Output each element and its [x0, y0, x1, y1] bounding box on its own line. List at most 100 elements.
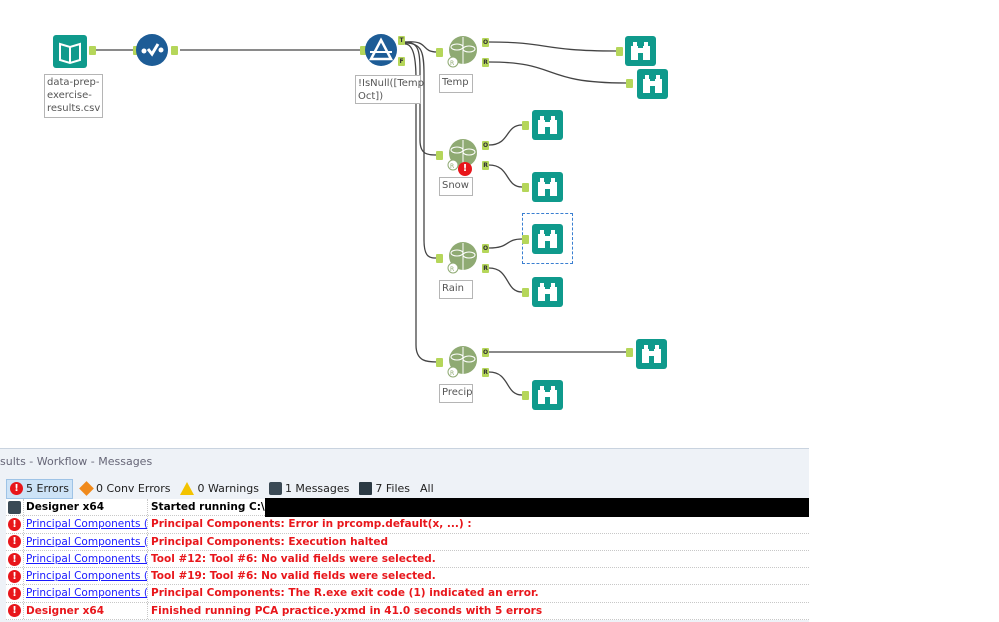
binoculars-icon — [538, 178, 557, 196]
r-anchor[interactable]: R — [482, 368, 489, 377]
errors-filter-button[interactable]: ! 5 Errors — [6, 478, 74, 499]
browse-tool[interactable] — [532, 224, 563, 254]
input-data-tool[interactable] — [53, 35, 87, 68]
input-anchor[interactable] — [522, 391, 529, 400]
files-filter-button[interactable]: 7 Files — [356, 480, 413, 498]
select-tool[interactable] — [136, 34, 168, 66]
messages-filter-button[interactable]: 1 Messages — [266, 480, 352, 498]
message-row[interactable]: ! Principal Components (15) Tool #12: To… — [6, 550, 809, 569]
message-source[interactable]: Principal Components (15) — [24, 533, 148, 550]
true-anchor[interactable]: T — [398, 36, 405, 45]
filter-tool[interactable] — [365, 34, 397, 66]
r-anchor[interactable]: R — [482, 161, 489, 170]
label: 1 Messages — [284, 482, 350, 495]
pca-tool[interactable]: R — [445, 34, 481, 70]
browse-tool[interactable] — [532, 172, 563, 202]
connection — [488, 267, 523, 293]
message-icon — [8, 500, 21, 514]
error-icon: ! — [8, 517, 21, 531]
binoculars-icon — [538, 116, 557, 134]
input-anchor[interactable] — [522, 288, 529, 297]
message-source[interactable]: Principal Components (15) — [24, 585, 148, 602]
panel-title: sults - Workflow - Messages — [0, 455, 153, 468]
o-anchor[interactable]: O — [482, 244, 489, 253]
message-text: Principal Components: Execution halted — [151, 535, 388, 548]
input-anchor[interactable] — [522, 121, 529, 130]
r-anchor[interactable]: R — [482, 264, 489, 273]
browse-tool[interactable] — [532, 277, 563, 307]
message-text: Tool #19: Tool #6: No valid fields were … — [151, 570, 436, 583]
binoculars-icon — [538, 230, 557, 248]
file-icon — [359, 482, 373, 495]
message-source[interactable]: Principal Components (15) — [24, 568, 148, 585]
binoculars-icon — [642, 345, 661, 363]
browse-tool[interactable] — [637, 69, 668, 99]
pca-brain-icon: R — [447, 36, 477, 68]
input-anchor[interactable] — [436, 254, 443, 263]
message-icon — [268, 482, 282, 495]
input-anchor[interactable] — [616, 47, 623, 56]
redaction-box — [265, 498, 809, 517]
pca-tool-label: Snow — [439, 177, 473, 196]
input-anchor[interactable] — [626, 79, 633, 88]
false-anchor[interactable]: F — [398, 57, 405, 66]
browse-tool[interactable] — [636, 339, 667, 369]
message-row[interactable]: ! Principal Components (15) Principal Co… — [6, 585, 809, 603]
svg-text:R: R — [450, 370, 454, 377]
warnings-filter-button[interactable]: 0 Warnings — [177, 480, 261, 498]
pca-tool-label: Rain — [439, 280, 473, 299]
output-anchor[interactable] — [89, 46, 96, 55]
input-anchor[interactable] — [436, 48, 443, 57]
warning-icon — [180, 482, 195, 495]
r-anchor[interactable]: R — [482, 58, 489, 67]
connections — [96, 41, 627, 396]
pca-tool[interactable]: R — [445, 344, 481, 380]
label: 5 Errors — [26, 482, 70, 495]
binoculars-icon — [631, 42, 650, 60]
message-row[interactable]: ! Principal Components (15) Tool #19: To… — [6, 568, 809, 586]
input-anchor[interactable] — [522, 183, 529, 192]
input-anchor[interactable] — [522, 235, 529, 244]
workflow-canvas[interactable]: data-prep- exercise- results.csv T F !Is… — [0, 0, 999, 445]
message-text: Tool #12: Tool #6: No valid fields were … — [151, 552, 436, 565]
check-icon — [141, 43, 164, 57]
connection — [488, 238, 523, 249]
input-tool-label: data-prep- exercise- results.csv — [44, 74, 103, 118]
o-anchor[interactable]: O — [482, 141, 489, 150]
error-icon: ! — [8, 552, 21, 566]
message-source: Designer x64 — [24, 499, 148, 516]
label: 7 Files — [375, 482, 411, 495]
pca-tool-label: Precip — [439, 384, 473, 403]
binoculars-icon — [538, 283, 557, 301]
o-anchor[interactable]: O — [482, 38, 489, 47]
pca-brain-icon: R — [447, 346, 477, 378]
error-icon: ! — [8, 569, 21, 583]
error-icon: ! — [8, 604, 21, 618]
connection — [488, 61, 627, 84]
svg-text:R: R — [450, 163, 454, 170]
conv-errors-filter-button[interactable]: 0 Conv Errors — [77, 480, 173, 498]
binoculars-icon — [538, 386, 557, 404]
output-anchor[interactable] — [171, 46, 178, 55]
message-source[interactable]: Principal Components (15) — [24, 550, 148, 568]
input-anchor[interactable] — [436, 151, 443, 160]
o-anchor[interactable]: O — [482, 348, 489, 357]
book-icon — [59, 42, 81, 65]
input-anchor[interactable] — [626, 348, 633, 357]
message-row[interactable]: ! Designer x64 Finished running PCA prac… — [6, 602, 809, 621]
message-row[interactable]: ! Principal Components (15) Principal Co… — [6, 516, 809, 534]
input-anchor[interactable] — [436, 358, 443, 367]
message-row[interactable]: ! Principal Components (15) Principal Co… — [6, 533, 809, 551]
pca-tool[interactable]: R — [445, 240, 481, 276]
message-text: Finished running PCA practice.yxmd in 41… — [151, 604, 543, 617]
message-source[interactable]: Principal Components (15) — [24, 516, 148, 533]
browse-tool[interactable] — [532, 110, 563, 140]
message-source: Designer x64 — [24, 602, 148, 620]
connection — [488, 124, 523, 146]
svg-text:R: R — [450, 266, 454, 273]
error-badge-icon: ! — [458, 162, 472, 176]
all-filter-button[interactable]: All — [417, 480, 437, 498]
browse-tool[interactable] — [532, 380, 563, 410]
browse-tool[interactable] — [625, 36, 656, 66]
message-text: Principal Components: The R.exe exit cod… — [151, 587, 539, 600]
